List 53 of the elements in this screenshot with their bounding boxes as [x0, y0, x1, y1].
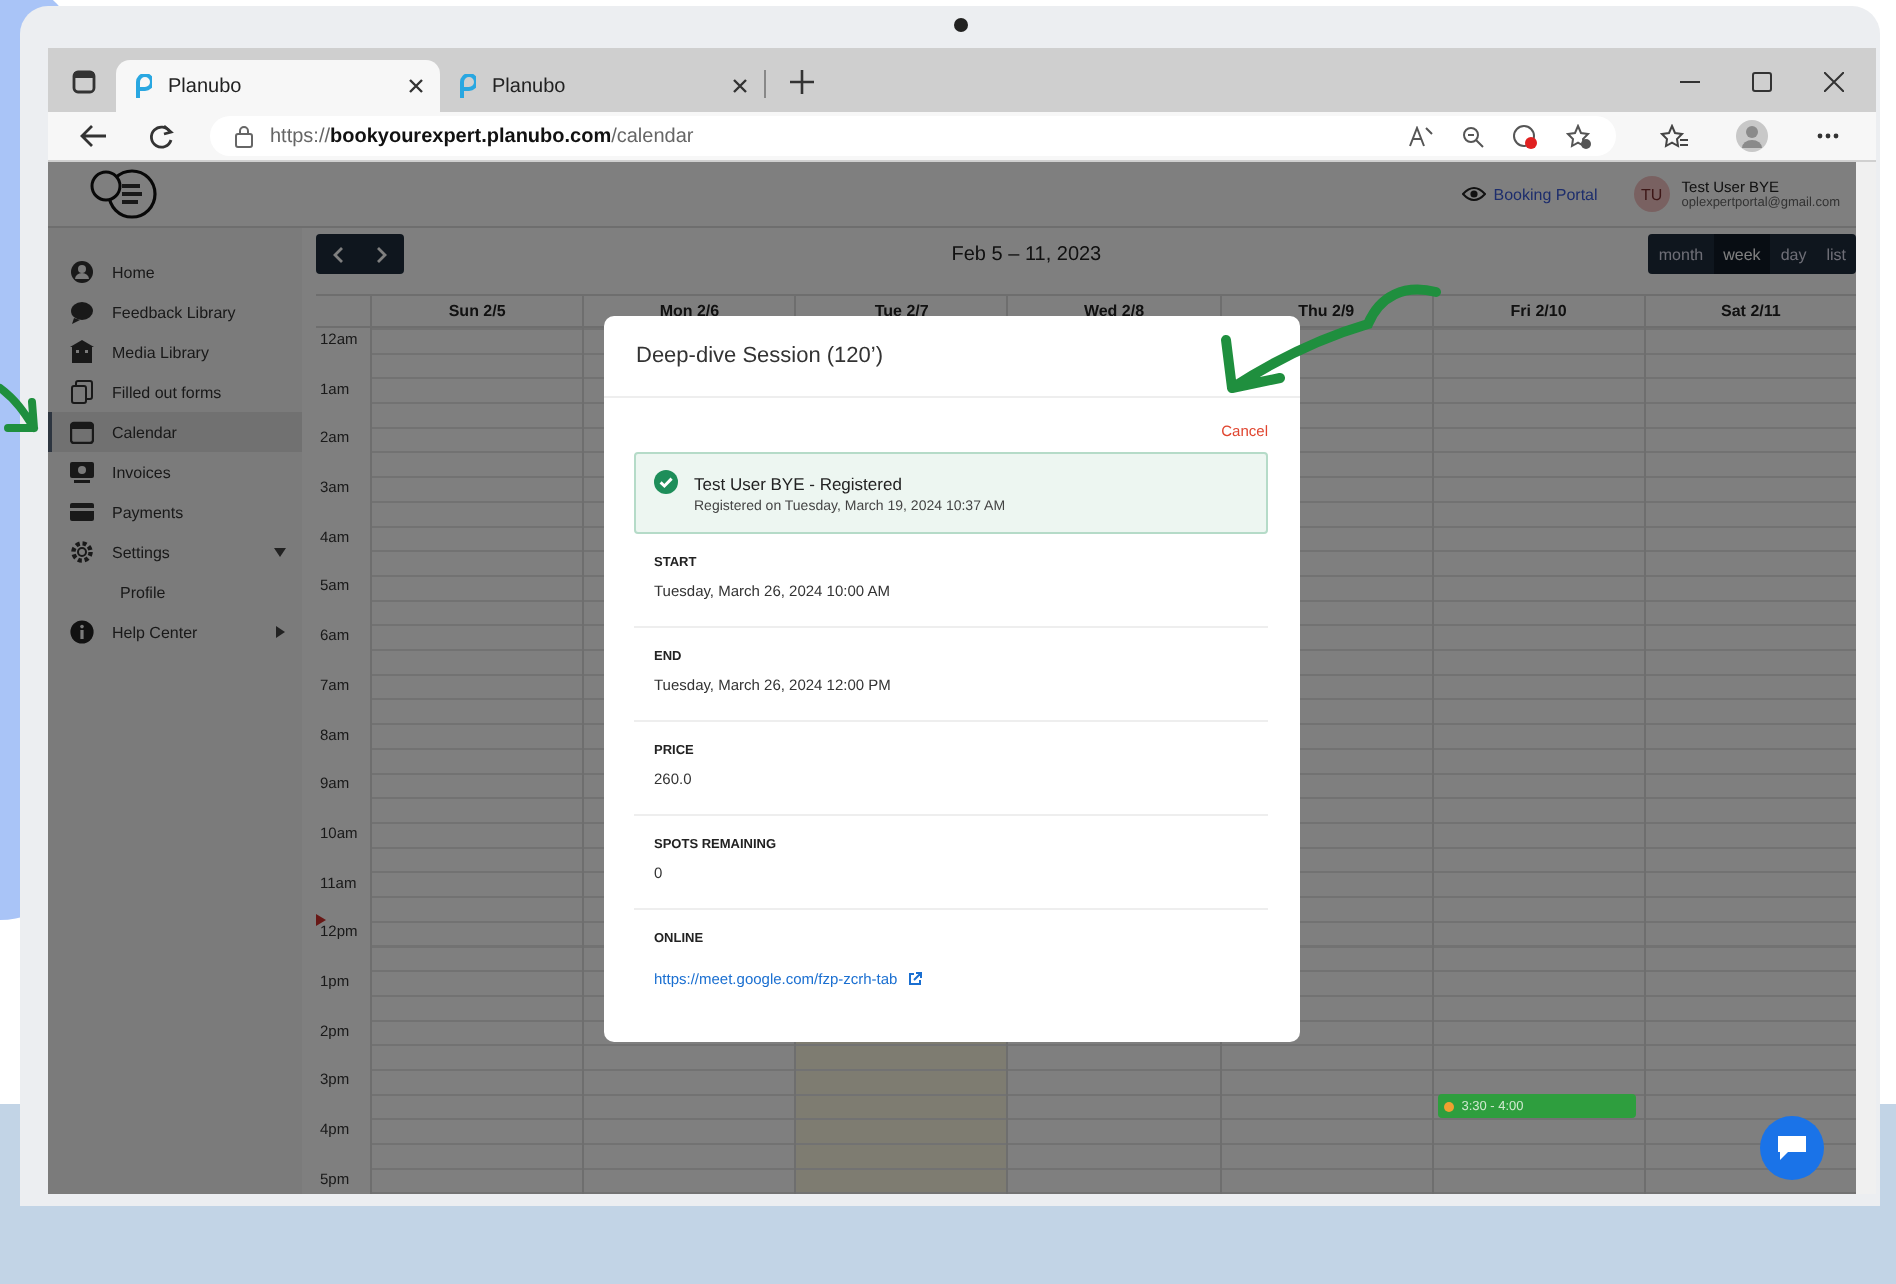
close-icon — [732, 78, 748, 94]
browser-tab[interactable]: Planubo — [116, 60, 440, 112]
view-button[interactable]: list — [1816, 234, 1856, 274]
favicon-icon — [456, 74, 476, 98]
favorite-icon — [1566, 123, 1592, 149]
url-text: https://bookyourexpert.planubo.com/calendar — [270, 125, 694, 147]
settings-icon — [70, 540, 94, 564]
favicon-icon — [132, 74, 152, 98]
user-icon — [70, 260, 94, 284]
refresh-icon — [148, 123, 174, 149]
documents-icon — [70, 380, 94, 404]
registration-status: Test User BYE - Registered — [694, 473, 904, 493]
dialog-title: Deep-dive Session (120’) — [636, 344, 886, 368]
lock-icon — [234, 125, 254, 147]
read-aloud-icon — [1408, 125, 1434, 147]
view-button[interactable]: day — [1770, 234, 1817, 274]
date-range-title: Feb 5 – 11, 2023 — [949, 243, 1104, 265]
booking-portal-link[interactable]: Booking Portal — [1461, 185, 1598, 203]
tab-title: Planubo — [168, 75, 244, 97]
column-header: Fri 2/10 — [1431, 296, 1644, 326]
back-icon — [80, 124, 108, 148]
column-header: Sun 2/5 — [370, 296, 583, 326]
current-time-marker-icon — [316, 914, 326, 926]
info-icon — [70, 620, 94, 644]
chat-icon — [1776, 1134, 1808, 1162]
chat-icon — [70, 300, 94, 324]
tab-actions-icon — [72, 70, 96, 94]
new-tab-icon — [790, 70, 814, 94]
camera-dot — [954, 18, 968, 32]
scrollbar[interactable] — [1856, 162, 1876, 1194]
close-icon — [408, 78, 424, 94]
browser-tab[interactable]: Planubo — [440, 60, 764, 112]
card-icon — [70, 500, 94, 524]
view-button[interactable]: week — [1713, 234, 1771, 274]
profile-avatar-icon — [1736, 120, 1768, 152]
close-icon — [1824, 72, 1844, 92]
url-field[interactable]: https://bookyourexpert.planubo.com/calendar — [210, 116, 1616, 156]
eye-icon — [1461, 186, 1486, 202]
check-circle-icon — [654, 470, 678, 494]
favorites-icon — [1660, 123, 1688, 149]
user-avatar[interactable]: TU — [1633, 176, 1670, 212]
view-button[interactable]: month — [1648, 234, 1714, 274]
maximize-icon — [1752, 72, 1772, 92]
logo-icon — [88, 168, 160, 220]
tab-title: Planubo — [492, 75, 568, 97]
chevron-left-icon — [332, 245, 344, 263]
external-link-icon — [907, 972, 922, 986]
more-icon — [1816, 132, 1840, 140]
sidebar-item[interactable]: Calendar — [48, 412, 302, 452]
building-icon — [70, 340, 94, 364]
zoom-icon — [1462, 125, 1484, 147]
calendar-icon — [70, 420, 94, 444]
chevron-right-icon — [376, 245, 388, 263]
